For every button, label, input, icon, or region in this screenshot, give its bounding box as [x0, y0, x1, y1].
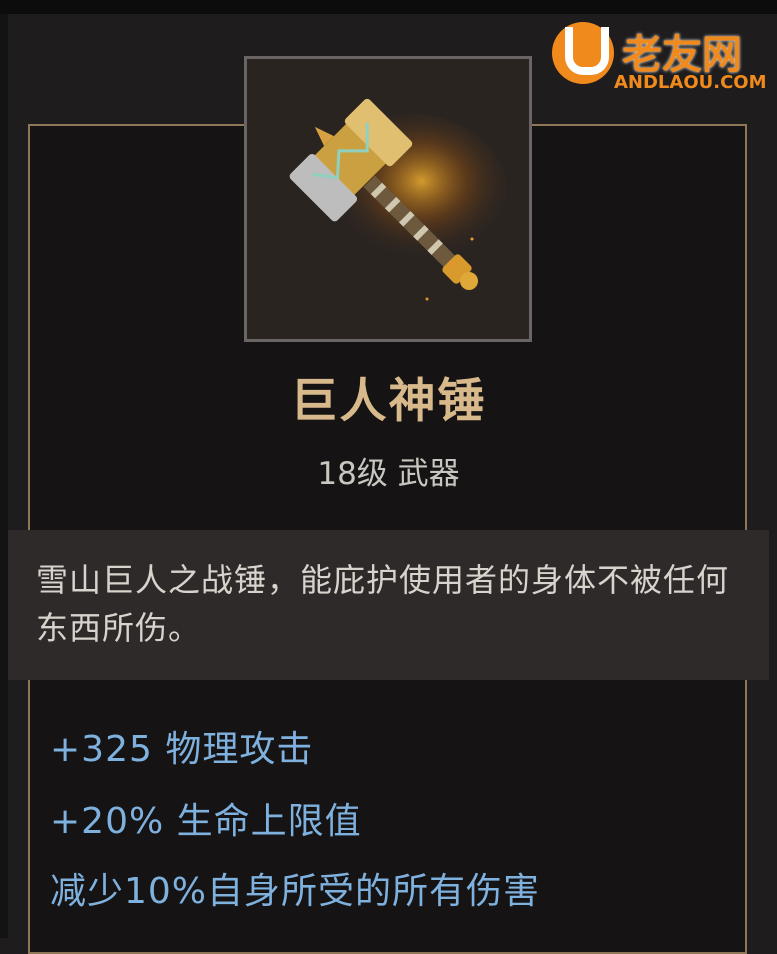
watermark-badge-icon: [552, 22, 614, 84]
hammer-icon: [289, 98, 507, 301]
watermark-url: ANDLAOU.COM: [614, 72, 767, 93]
stat-max-health: +20% 生命上限值: [50, 801, 362, 842]
stat-damage-reduction: 减少10%自身所受的所有伤害: [50, 871, 541, 912]
item-description-box: 雪山巨人之战锤，能庇护使用者的身体不被任何东西所伤。: [8, 530, 769, 680]
stat-physical-attack: +325 物理攻击: [50, 729, 314, 770]
item-icon-frame: [244, 56, 532, 342]
item-level-type: 18级 武器: [317, 456, 460, 492]
item-description: 雪山巨人之战锤，能庇护使用者的身体不被任何东西所伤。: [36, 561, 730, 647]
top-strip: [0, 0, 777, 14]
watermark-logo: 老友网 ANDLAOU.COM: [548, 20, 767, 100]
item-name: 巨人神锤: [290, 374, 487, 429]
